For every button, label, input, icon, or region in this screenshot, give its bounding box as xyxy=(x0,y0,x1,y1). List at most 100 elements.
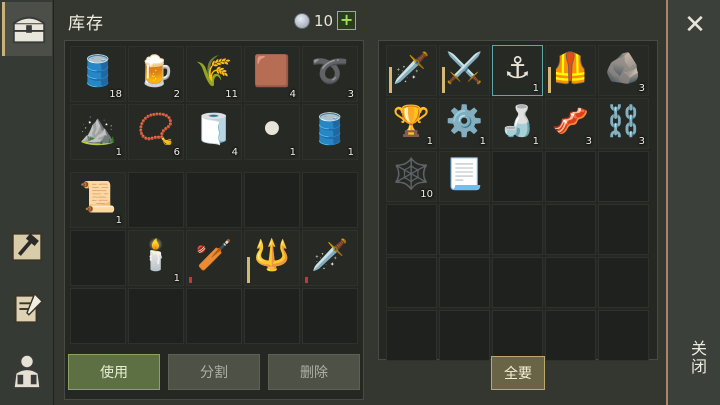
inventory-slot[interactable]: 🛢️ 1 xyxy=(302,104,358,160)
inventory-slot[interactable]: 📿 6 xyxy=(128,104,184,160)
empty-slot[interactable] xyxy=(598,204,649,255)
empty-slot[interactable] xyxy=(439,310,490,361)
tab-character[interactable] xyxy=(2,344,52,398)
durability-bar xyxy=(442,67,445,93)
small-barrel-icon: 🛢️ xyxy=(311,111,349,147)
item-count: 3 xyxy=(585,136,592,147)
inventory-slot[interactable]: 🌾 11 xyxy=(186,46,242,102)
empty-slot[interactable] xyxy=(128,288,184,344)
mug-icon: 🍺 xyxy=(137,53,175,89)
leather-icon: 🟫 xyxy=(253,53,291,89)
inventory-slot[interactable]: 🕸️ 10 xyxy=(386,151,437,202)
empty-slot[interactable] xyxy=(545,151,596,202)
gears-icon: ⚙️ xyxy=(445,103,484,139)
stone-icon: 🪨 xyxy=(604,50,643,86)
hammer-map-icon xyxy=(11,232,43,262)
empty-slot[interactable] xyxy=(302,288,358,344)
delete-button[interactable]: 删除 xyxy=(268,354,360,390)
inventory-slot[interactable]: 🔱 xyxy=(244,230,300,286)
use-button[interactable]: 使用 xyxy=(68,354,160,390)
empty-slot[interactable] xyxy=(70,230,126,286)
inventory-slot[interactable]: 🕯️ 1 xyxy=(128,230,184,286)
item-count: 2 xyxy=(173,89,180,100)
empty-slot[interactable] xyxy=(598,310,649,361)
inventory-slot[interactable]: 📃 xyxy=(439,151,490,202)
item-count: 1 xyxy=(479,136,486,147)
inventory-grid-bottom: 📜 1 🕯️ 1 🏏 🔱 🗡️ xyxy=(70,172,358,344)
empty-slot[interactable] xyxy=(186,172,242,228)
inventory-slot[interactable]: 🛢️ 18 xyxy=(70,46,126,102)
tab-craft[interactable] xyxy=(2,220,52,274)
empty-slot[interactable] xyxy=(492,257,543,308)
empty-slot[interactable] xyxy=(386,310,437,361)
empty-slot[interactable] xyxy=(386,204,437,255)
inventory-slot[interactable]: ⚙️ 1 xyxy=(439,98,490,149)
empty-slot[interactable] xyxy=(128,172,184,228)
item-count: 1 xyxy=(347,147,354,158)
inventory-slot[interactable]: ⚫ 1 xyxy=(244,104,300,160)
split-button[interactable]: 分割 xyxy=(168,354,260,390)
inventory-slot[interactable]: 🗡️ xyxy=(386,45,437,96)
chain-icon: ⛓️ xyxy=(604,103,643,139)
beads-icon: 📿 xyxy=(137,111,175,147)
cloth-icon: 🧻 xyxy=(195,111,233,147)
item-count: 4 xyxy=(231,147,238,158)
empty-slot[interactable] xyxy=(186,288,242,344)
tab-quest[interactable] xyxy=(2,282,52,336)
empty-slot[interactable] xyxy=(244,172,300,228)
item-count: 4 xyxy=(289,89,296,100)
item-count: 6 xyxy=(173,147,180,158)
empty-slot[interactable] xyxy=(492,204,543,255)
item-count: 1 xyxy=(426,136,433,147)
close-icon[interactable]: ✕ xyxy=(682,12,708,38)
empty-slot[interactable] xyxy=(545,204,596,255)
empty-slot[interactable] xyxy=(492,151,543,202)
spiked-club-icon: 🏏 xyxy=(195,237,233,273)
inventory-slot[interactable]: 🏏 xyxy=(186,230,242,286)
sword-icon: 🗡️ xyxy=(392,50,431,86)
inventory-slot[interactable]: 🏆 1 xyxy=(386,98,437,149)
empty-slot[interactable] xyxy=(598,257,649,308)
inventory-slot[interactable]: 🟫 4 xyxy=(244,46,300,102)
empty-slot[interactable] xyxy=(545,257,596,308)
item-count: 1 xyxy=(115,215,122,226)
take-all-button[interactable]: 全要 xyxy=(491,356,545,390)
item-count: 1 xyxy=(532,136,539,147)
close-bar[interactable]: ✕ 关闭 xyxy=(666,0,720,405)
add-currency-button[interactable]: + xyxy=(337,11,357,30)
inventory-slot[interactable]: 🥓 3 xyxy=(545,98,596,149)
item-count: 1 xyxy=(115,147,122,158)
empty-slot[interactable] xyxy=(386,257,437,308)
empty-slot[interactable] xyxy=(598,151,649,202)
tab-chest[interactable] xyxy=(2,2,52,56)
durability-bar xyxy=(389,67,392,93)
inventory-slot[interactable]: ⚔️ xyxy=(439,45,490,96)
inventory-slot[interactable]: ⛰️ 1 xyxy=(70,104,126,160)
scimitar-icon: ⚔️ xyxy=(445,50,484,86)
empty-slot[interactable] xyxy=(439,204,490,255)
inventory-slot[interactable]: 🦺 xyxy=(545,45,596,96)
currency-value: 10 xyxy=(314,11,334,30)
inventory-slot[interactable]: 📜 1 xyxy=(70,172,126,228)
empty-slot[interactable] xyxy=(545,310,596,361)
item-count: 1 xyxy=(173,273,180,284)
empty-slot[interactable] xyxy=(70,288,126,344)
inventory-slot[interactable]: 🪨 3 xyxy=(598,45,649,96)
scroll-quill-icon xyxy=(14,292,44,324)
empty-slot[interactable] xyxy=(492,310,543,361)
inventory-slot[interactable]: 🍶 1 xyxy=(492,98,543,149)
candle-icon: 🕯️ xyxy=(137,237,175,273)
empty-slot[interactable] xyxy=(439,257,490,308)
close-label[interactable]: 关闭 xyxy=(685,340,709,376)
durability-bar xyxy=(305,277,308,283)
paper-bundle-icon: 📃 xyxy=(445,156,484,192)
inventory-slot[interactable]: 🗡️ xyxy=(302,230,358,286)
empty-slot[interactable] xyxy=(302,172,358,228)
inventory-slot[interactable]: ⛓️ 3 xyxy=(598,98,649,149)
inventory-slot[interactable]: ➰ 3 xyxy=(302,46,358,102)
inventory-slot[interactable]: 🧻 4 xyxy=(186,104,242,160)
inventory-slot[interactable]: 🍺 2 xyxy=(128,46,184,102)
empty-slot[interactable] xyxy=(244,288,300,344)
inventory-slot[interactable]: ⚓ 1 xyxy=(492,45,543,96)
page-title: 库存 xyxy=(68,14,104,34)
